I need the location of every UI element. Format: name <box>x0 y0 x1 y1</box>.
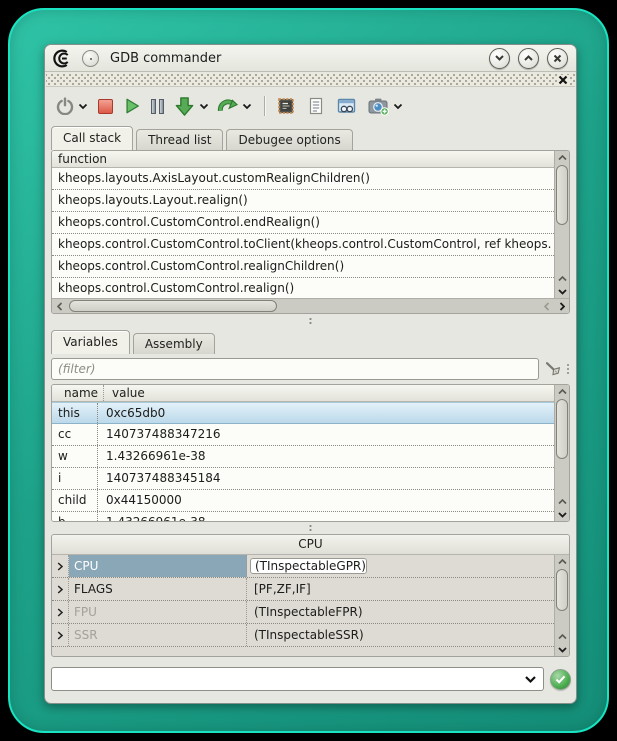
command-combobox[interactable] <box>51 667 544 691</box>
scroll-up-icon[interactable] <box>555 272 569 285</box>
variable-row[interactable]: this 0xc65db0 <box>52 402 554 424</box>
debug-toolbar <box>45 88 576 124</box>
tab-debugee-options[interactable]: Debugee options <box>226 129 352 150</box>
power-button[interactable] <box>56 93 74 119</box>
cpu-inspector-panel: CPU CPU (TInspectableGPR) FLAGS <box>51 534 570 657</box>
dock-drag-handle[interactable] <box>46 73 575 87</box>
filter-input[interactable] <box>51 358 539 380</box>
call-stack-column-header[interactable]: function <box>52 151 554 168</box>
call-stack-row[interactable]: kheops.control.CustomControl.endRealign(… <box>52 212 554 234</box>
stop-button[interactable] <box>98 93 113 119</box>
app-logo-icon <box>53 48 73 68</box>
cpu-panel-header: CPU <box>52 535 569 555</box>
scrollbar-track[interactable] <box>555 164 569 272</box>
teal-window-frame: GDB commander <box>8 8 609 733</box>
tab-assembly[interactable]: Assembly <box>133 333 215 354</box>
scrollbar-thumb[interactable] <box>69 300 277 312</box>
variables-vertical-scrollbar[interactable] <box>554 385 569 521</box>
step-into-button[interactable] <box>174 93 195 119</box>
call-stack-row[interactable]: kheops.control.CustomControl.realign() <box>52 278 554 298</box>
cpu-value-editbox[interactable]: (TInspectableGPR) <box>250 558 367 574</box>
call-stack-vertical-scrollbar[interactable] <box>554 151 569 298</box>
scroll-left-icon[interactable] <box>52 302 67 311</box>
cpu-register-row[interactable]: SSR (TInspectableSSR) <box>52 624 554 647</box>
step-into-dropdown-chevron-icon[interactable] <box>199 93 209 119</box>
call-stack-row[interactable]: kheops.layouts.AxisLayout.customRealignC… <box>52 168 554 190</box>
pause-button[interactable] <box>151 93 164 119</box>
variable-row[interactable]: i 140737488345184 <box>52 468 554 490</box>
gdb-commander-window: GDB commander <box>44 44 577 704</box>
inspect-pages-tabs: Variables Assembly <box>51 330 218 354</box>
cpu-register-row[interactable]: CPU (TInspectableGPR) <box>52 555 554 578</box>
scroll-up-icon[interactable] <box>555 495 569 508</box>
scrollbar-thumb[interactable] <box>556 165 568 225</box>
scroll-left-icon[interactable] <box>539 302 554 311</box>
call-stack-row[interactable]: kheops.control.CustomControl.realignChil… <box>52 256 554 278</box>
stay-on-top-pin-icon[interactable] <box>82 50 99 67</box>
snapshot-camera-button[interactable] <box>367 93 389 119</box>
toolbar-separator <box>264 96 266 116</box>
scrollbar-track[interactable] <box>555 568 569 630</box>
titlebar[interactable]: GDB commander <box>45 45 576 72</box>
confirm-check-button[interactable] <box>550 669 571 690</box>
scrollbar-thumb[interactable] <box>556 569 568 611</box>
filter-row-grip[interactable] <box>566 363 570 375</box>
event-log-button[interactable] <box>306 93 326 119</box>
expand-chevron-icon[interactable] <box>52 624 69 646</box>
snapshot-dropdown-chevron-icon[interactable] <box>393 93 403 119</box>
tab-variables[interactable]: Variables <box>51 330 130 354</box>
cpu-register-row[interactable]: FLAGS [PF,ZF,IF] <box>52 578 554 601</box>
watches-window-button[interactable] <box>336 93 357 119</box>
combo-chevron-icon[interactable] <box>524 675 537 684</box>
cpu-register-row[interactable]: FPU (TInspectableFPR) <box>52 601 554 624</box>
step-over-button[interactable] <box>217 93 238 119</box>
scrollbar-track[interactable] <box>67 299 539 313</box>
call-stack-panel: function kheops.layouts.AxisLayout.custo… <box>51 150 570 314</box>
window-title: GDB commander <box>110 51 481 66</box>
scroll-up-icon[interactable] <box>555 151 569 164</box>
dock-close-button[interactable] <box>557 75 569 85</box>
variable-row[interactable]: b 1.43266961e-38 <box>52 512 554 521</box>
scroll-up-icon[interactable] <box>555 555 569 568</box>
call-stack-horizontal-scrollbar[interactable] <box>52 298 569 313</box>
variable-row[interactable]: child 0x44150000 <box>52 490 554 512</box>
close-button[interactable] <box>547 48 568 69</box>
scroll-up-icon[interactable] <box>555 630 569 643</box>
tab-call-stack[interactable]: Call stack <box>51 126 133 150</box>
step-over-dropdown-chevron-icon[interactable] <box>242 93 252 119</box>
scroll-up-icon[interactable] <box>555 385 569 398</box>
scrollbar-track[interactable] <box>555 398 569 495</box>
panel-splitter[interactable] <box>51 315 570 327</box>
variable-row[interactable]: cc 140737488347216 <box>52 424 554 446</box>
call-stack-row[interactable]: kheops.control.CustomControl.toClient(kh… <box>52 234 554 256</box>
scroll-down-icon[interactable] <box>555 285 569 298</box>
variables-name-column-header[interactable]: name <box>58 385 104 401</box>
clear-filter-broom-icon[interactable] <box>542 358 564 380</box>
tab-thread-list[interactable]: Thread list <box>136 129 223 150</box>
expand-chevron-icon[interactable] <box>52 601 69 623</box>
command-row <box>51 666 571 692</box>
scroll-down-icon[interactable] <box>555 508 569 521</box>
cpu-vertical-scrollbar[interactable] <box>554 555 569 656</box>
run-button[interactable] <box>123 93 141 119</box>
power-dropdown-chevron-icon[interactable] <box>78 93 88 119</box>
scroll-right-icon[interactable] <box>554 302 569 311</box>
roll-down-button[interactable] <box>489 48 510 69</box>
memory-chip-button[interactable] <box>276 93 296 119</box>
variable-row[interactable]: w 1.43266961e-38 <box>52 446 554 468</box>
call-stack-row[interactable]: kheops.layouts.Layout.realign() <box>52 190 554 212</box>
variables-value-column-header[interactable]: value <box>104 385 554 401</box>
expand-chevron-icon[interactable] <box>52 555 69 577</box>
debug-pages-tabs: Call stack Thread list Debugee options <box>51 126 356 150</box>
scroll-down-icon[interactable] <box>555 643 569 656</box>
scrollbar-thumb[interactable] <box>556 399 568 459</box>
variables-filter-row <box>51 357 570 380</box>
variables-panel: name value this 0xc65db0 cc 140737488347… <box>51 384 570 522</box>
expand-chevron-icon[interactable] <box>52 578 69 600</box>
roll-up-button[interactable] <box>518 48 539 69</box>
panel-splitter[interactable] <box>51 522 570 534</box>
